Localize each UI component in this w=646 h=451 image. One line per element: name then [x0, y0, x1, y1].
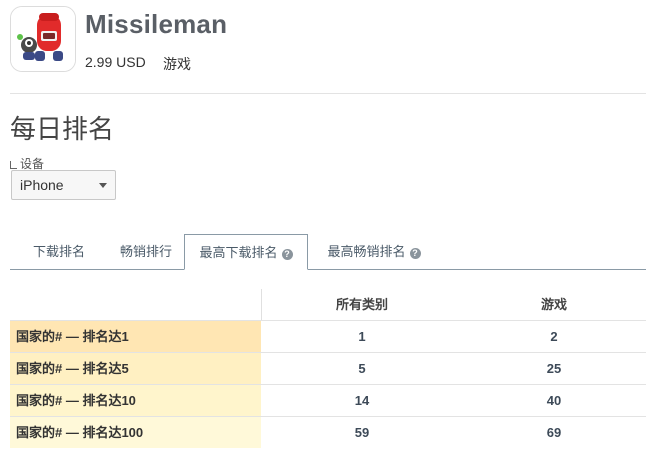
rank-all-categories: 14: [354, 393, 370, 408]
rank-all-categories: 59: [354, 425, 370, 440]
tab-label: 最高下载排名: [199, 245, 278, 260]
chevron-down-icon: [99, 183, 107, 188]
tab-download-rank[interactable]: 下载排名: [10, 234, 108, 269]
tab-label: 下载排名: [32, 244, 85, 259]
help-icon[interactable]: ?: [409, 248, 421, 259]
rank-table: 所有类别 游戏 国家的# — 排名达1 1 2 国家的# — 排名达5 5 25…: [10, 289, 646, 448]
column-header-all-categories: 所有类别: [335, 297, 388, 312]
app-header: Missileman 2.99 USD 游戏: [10, 6, 646, 92]
rank-all-categories: 5: [358, 361, 366, 376]
tab-label: 畅销排行: [119, 244, 172, 259]
device-select[interactable]: iPhone: [11, 170, 116, 200]
rank-all-categories: 1: [358, 329, 366, 344]
header-divider: [10, 93, 646, 94]
row-label: 国家的# — 排名达1: [10, 321, 261, 352]
table-row: 国家的# — 排名达5 5 25: [10, 352, 646, 384]
rank-games: 40: [546, 393, 562, 408]
row-label: 国家的# — 排名达5: [10, 353, 261, 384]
rank-games: 25: [546, 361, 562, 376]
page-title: 每日排名: [10, 114, 115, 144]
rank-games: 69: [546, 425, 562, 440]
table-row: 国家的# — 排名达100 59 69: [10, 416, 646, 448]
device-select-value: iPhone: [20, 177, 64, 193]
tab-label: 最高畅销排名: [327, 244, 406, 259]
table-row: 国家的# — 排名达1 1 2: [10, 320, 646, 352]
rank-tabs: 下载排名 畅销排行 最高下载排名? 最高畅销排名?: [10, 234, 646, 270]
table-row: 国家的# — 排名达10 14 40: [10, 384, 646, 416]
app-category-link[interactable]: 游戏: [163, 54, 191, 74]
tab-top-grossing-rank[interactable]: 最高畅销排名?: [314, 234, 434, 269]
table-header: 所有类别 游戏: [10, 289, 646, 320]
app-rank-page: Missileman 2.99 USD 游戏 每日排名 设备 iPhone 下载…: [0, 0, 646, 451]
rank-games: 2: [550, 329, 558, 344]
row-label: 国家的# — 排名达10: [10, 385, 261, 416]
column-header-games: 游戏: [540, 297, 567, 312]
app-name: Missileman: [85, 9, 228, 39]
missile-robot-app-icon[interactable]: [10, 6, 76, 72]
device-checkbox-icon: [10, 160, 17, 169]
help-icon[interactable]: ?: [281, 249, 293, 260]
tab-grossing-rank[interactable]: 畅销排行: [108, 234, 184, 269]
app-price: 2.99 USD: [85, 54, 146, 70]
tab-top-download-rank[interactable]: 最高下载排名?: [184, 234, 308, 270]
row-label: 国家的# — 排名达100: [10, 417, 261, 448]
